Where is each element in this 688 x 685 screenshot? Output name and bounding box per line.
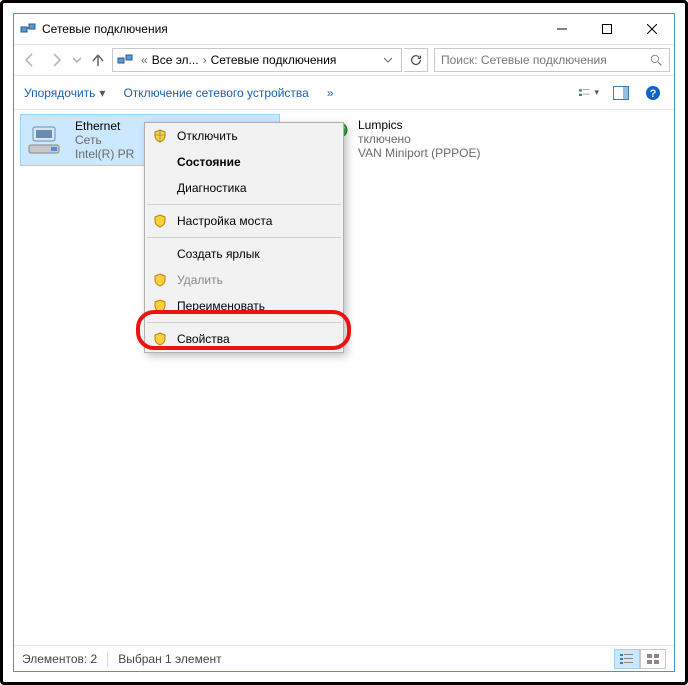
- window-title: Сетевые подключения: [42, 22, 168, 36]
- shield-icon: [153, 129, 169, 143]
- window: Сетевые подключения: [13, 13, 675, 672]
- ctx-properties[interactable]: Свойства: [145, 326, 343, 352]
- nav-row: « Все эл... › Сетевые подключения Поиск:…: [14, 44, 674, 76]
- refresh-button[interactable]: [404, 48, 428, 72]
- preview-pane-button[interactable]: [610, 82, 632, 104]
- connection-status: Сеть: [75, 133, 134, 147]
- chevron-right-icon: ›: [199, 53, 211, 67]
- breadcrumb[interactable]: Все эл...: [152, 53, 199, 67]
- shield-icon: [153, 214, 169, 228]
- network-icon: [20, 21, 36, 37]
- ctx-rename[interactable]: Переименовать: [145, 293, 343, 319]
- close-button[interactable]: [629, 14, 674, 44]
- view-details-button[interactable]: [614, 649, 640, 669]
- ctx-diagnose[interactable]: Диагностика: [145, 175, 343, 201]
- ethernet-adapter-icon: [27, 119, 67, 161]
- recent-dropdown[interactable]: [70, 48, 84, 72]
- titlebar: Сетевые подключения: [14, 14, 674, 44]
- address-bar[interactable]: « Все эл... › Сетевые подключения: [112, 48, 402, 72]
- address-dropdown[interactable]: [379, 49, 397, 71]
- connection-device: VAN Miniport (PPPOE): [358, 146, 480, 160]
- status-count: Элементов: 2: [22, 652, 97, 666]
- help-button[interactable]: ?: [642, 82, 664, 104]
- back-button[interactable]: [18, 48, 42, 72]
- chevron-down-icon: ▾: [99, 86, 105, 100]
- statusbar: Элементов: 2 Выбран 1 элемент: [14, 645, 674, 671]
- menu-separator: [147, 322, 341, 323]
- connection-name: Ethernet: [75, 119, 134, 133]
- view-options-button[interactable]: ▾: [578, 82, 600, 104]
- connection-device: Intel(R) PR: [75, 147, 134, 161]
- shield-icon: [153, 332, 169, 346]
- ctx-bridge[interactable]: Настройка моста: [145, 208, 343, 234]
- breadcrumb-sep: «: [137, 53, 152, 67]
- chevron-down-icon: ▾: [594, 87, 599, 98]
- ctx-delete[interactable]: Удалить: [145, 267, 343, 293]
- network-icon: [117, 52, 133, 68]
- toolbar: Упорядочить ▾ Отключение сетевого устрой…: [14, 76, 674, 110]
- content-area: Ethernet Сеть Intel(R) PR Lumpics т: [14, 110, 674, 645]
- toolbar-overflow[interactable]: »: [327, 86, 334, 100]
- maximize-button[interactable]: [584, 14, 629, 44]
- up-button[interactable]: [86, 48, 110, 72]
- search-input[interactable]: Поиск: Сетевые подключения: [434, 48, 670, 72]
- search-placeholder: Поиск: Сетевые подключения: [441, 53, 607, 67]
- connection-name: Lumpics: [358, 118, 480, 132]
- forward-button[interactable]: [44, 48, 68, 72]
- svg-text:?: ?: [650, 88, 657, 100]
- breadcrumb[interactable]: Сетевые подключения: [211, 53, 337, 67]
- ctx-disable[interactable]: Отключить: [145, 123, 343, 149]
- menu-separator: [147, 237, 341, 238]
- ctx-status[interactable]: Состояние: [145, 149, 343, 175]
- minimize-button[interactable]: [539, 14, 584, 44]
- shield-icon: [153, 299, 169, 313]
- search-icon: [650, 54, 663, 67]
- context-menu: Отключить Состояние Диагностика Настройк…: [144, 122, 344, 353]
- status-selected: Выбран 1 элемент: [118, 652, 221, 666]
- menu-separator: [147, 204, 341, 205]
- shield-icon: [153, 273, 169, 287]
- disable-device-button[interactable]: Отключение сетевого устройства: [123, 86, 308, 100]
- organize-menu[interactable]: Упорядочить ▾: [24, 86, 105, 100]
- connection-status: тключено: [358, 132, 480, 146]
- ctx-shortcut[interactable]: Создать ярлык: [145, 241, 343, 267]
- status-separator: [107, 651, 108, 667]
- view-large-icons-button[interactable]: [640, 649, 666, 669]
